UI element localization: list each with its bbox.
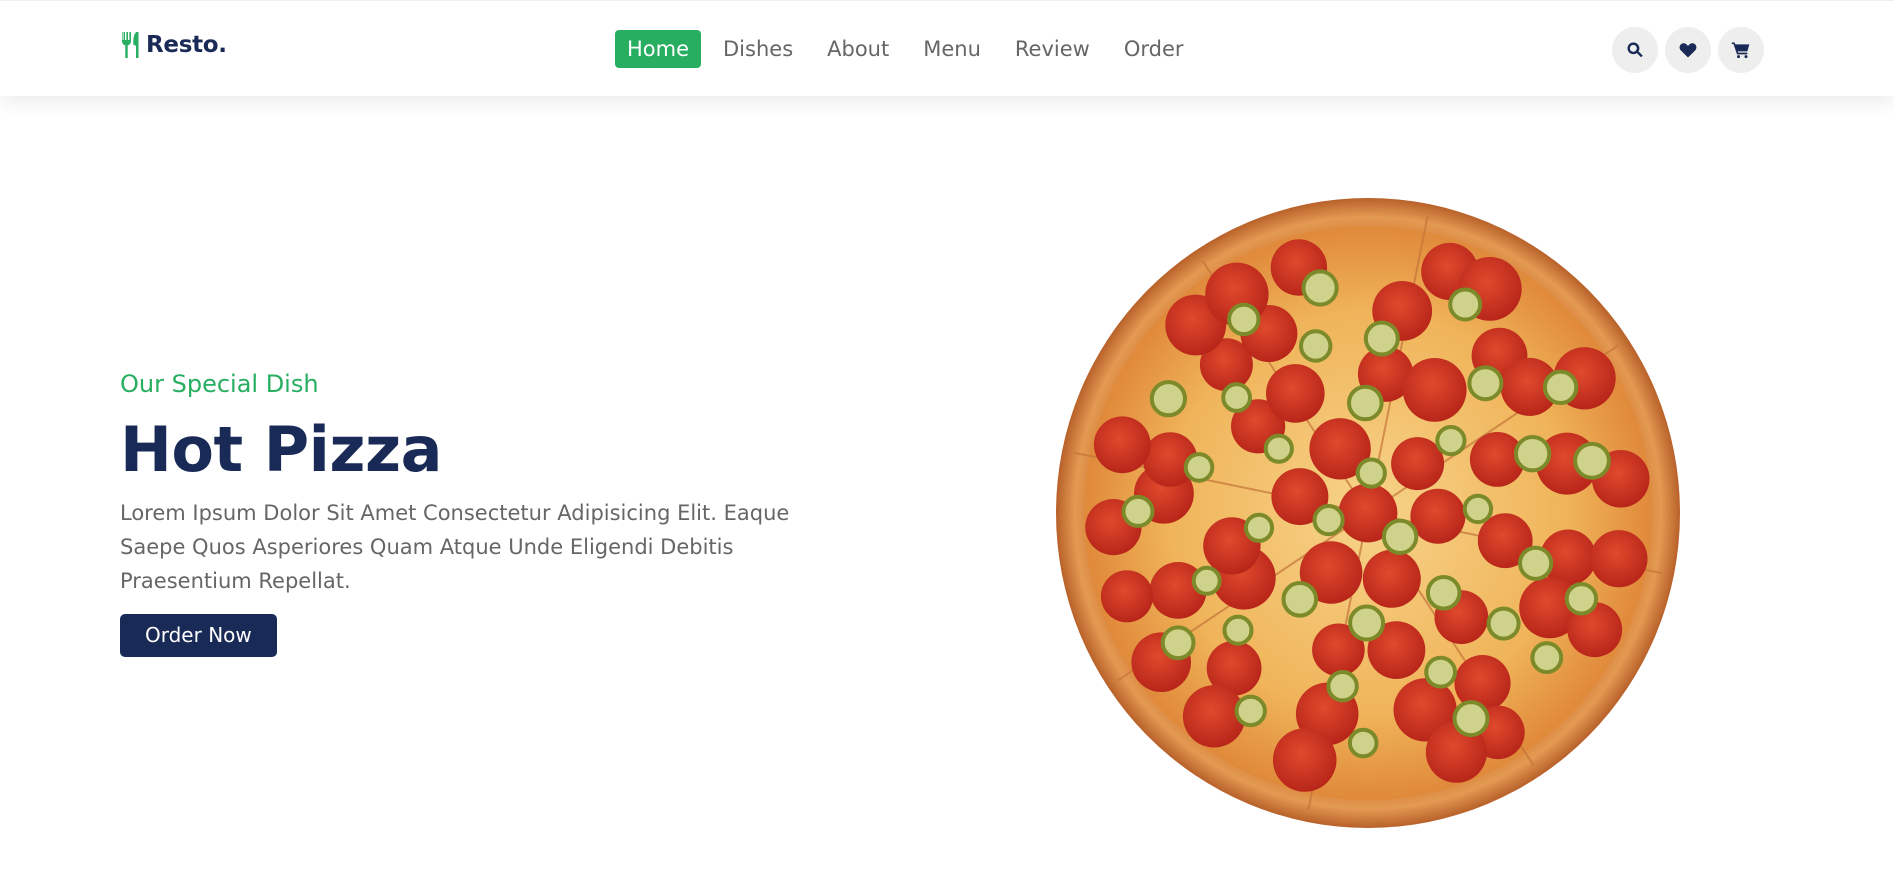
cart-icon (1731, 42, 1750, 59)
jalapeno-slice (1299, 329, 1333, 363)
jalapeno-slice (1281, 581, 1319, 618)
jalapeno-slice (1183, 452, 1215, 483)
cart-button[interactable] (1718, 27, 1764, 73)
jalapeno-slice (1121, 494, 1155, 528)
nav-home[interactable]: Home (615, 30, 702, 68)
jalapeno-slice (1348, 604, 1386, 642)
jalapeno-slice (1221, 382, 1253, 413)
pepperoni-slice (1362, 549, 1421, 608)
jalapeno-slice (1425, 575, 1462, 611)
jalapeno-slice (1542, 369, 1579, 406)
pepperoni-slice (1590, 530, 1648, 588)
jalapeno-slice (1452, 700, 1490, 738)
jalapeno-slice (1462, 493, 1494, 525)
main-nav: Home Dishes About Menu Review Order (615, 30, 1196, 68)
nav-dishes[interactable]: Dishes (711, 30, 805, 68)
order-now-button[interactable]: Order Now (120, 614, 277, 657)
heart-icon (1679, 43, 1697, 58)
jalapeno-slice (1355, 457, 1387, 489)
pizza-illustration (1056, 198, 1680, 828)
nav-menu[interactable]: Menu (911, 30, 993, 68)
jalapeno-slice (1564, 582, 1599, 616)
jalapeno-slice (1149, 380, 1188, 418)
site-header: Resto. Home Dishes About Menu Review Ord… (0, 0, 1894, 96)
jalapeno-slice (1191, 565, 1222, 596)
jalapeno-slice (1486, 606, 1521, 641)
jalapeno-slice (1573, 441, 1611, 480)
jalapeno-slice (1326, 670, 1359, 703)
jalapeno-slice (1301, 269, 1339, 307)
jalapeno-slice (1234, 694, 1267, 728)
jalapeno-slice (1347, 384, 1384, 422)
jalapeno-slice (1160, 625, 1196, 661)
jalapeno-slice (1243, 512, 1275, 543)
jalapeno-slice (1363, 320, 1400, 357)
utensils-icon (122, 32, 139, 58)
jalapeno-slice (1347, 727, 1379, 759)
hero-description: Lorem Ipsum Dolor Sit Amet Consectetur A… (120, 501, 790, 593)
header-icons (1612, 27, 1764, 73)
logo[interactable]: Resto. (120, 31, 227, 59)
logo-text: Resto. (146, 32, 227, 58)
jalapeno-slice (1448, 287, 1483, 322)
pepperoni-slice (1100, 570, 1154, 623)
jalapeno-slice (1513, 435, 1552, 473)
pepperoni-slice (1410, 488, 1466, 544)
nav-about[interactable]: About (815, 30, 901, 68)
jalapeno-slice (1381, 518, 1419, 555)
pepperoni-slice (1272, 728, 1337, 792)
search-icon (1627, 42, 1643, 58)
hero-content: Our Special Dish Hot Pizza Lorem Ipsum D… (120, 366, 860, 657)
jalapeno-slice (1530, 641, 1564, 675)
nav-order[interactable]: Order (1112, 30, 1196, 68)
pepperoni-slice (1266, 364, 1325, 423)
pizza-image (1056, 198, 1680, 828)
jalapeno-slice (1312, 504, 1345, 537)
jalapeno-slice (1518, 545, 1554, 581)
jalapeno-slice (1263, 433, 1294, 464)
jalapeno-slice (1227, 302, 1261, 337)
search-button[interactable] (1612, 27, 1658, 73)
nav-review[interactable]: Review (1003, 30, 1102, 68)
hero-title: Hot Pizza (120, 413, 442, 486)
jalapeno-slice (1467, 365, 1504, 402)
favorites-button[interactable] (1665, 27, 1711, 73)
hero-subtitle: Our Special Dish (120, 370, 319, 398)
jalapeno-slice (1424, 655, 1458, 689)
pepperoni-slice (1402, 358, 1467, 422)
pepperoni-slice (1093, 416, 1151, 474)
jalapeno-slice (1435, 425, 1467, 457)
jalapeno-slice (1222, 614, 1254, 646)
